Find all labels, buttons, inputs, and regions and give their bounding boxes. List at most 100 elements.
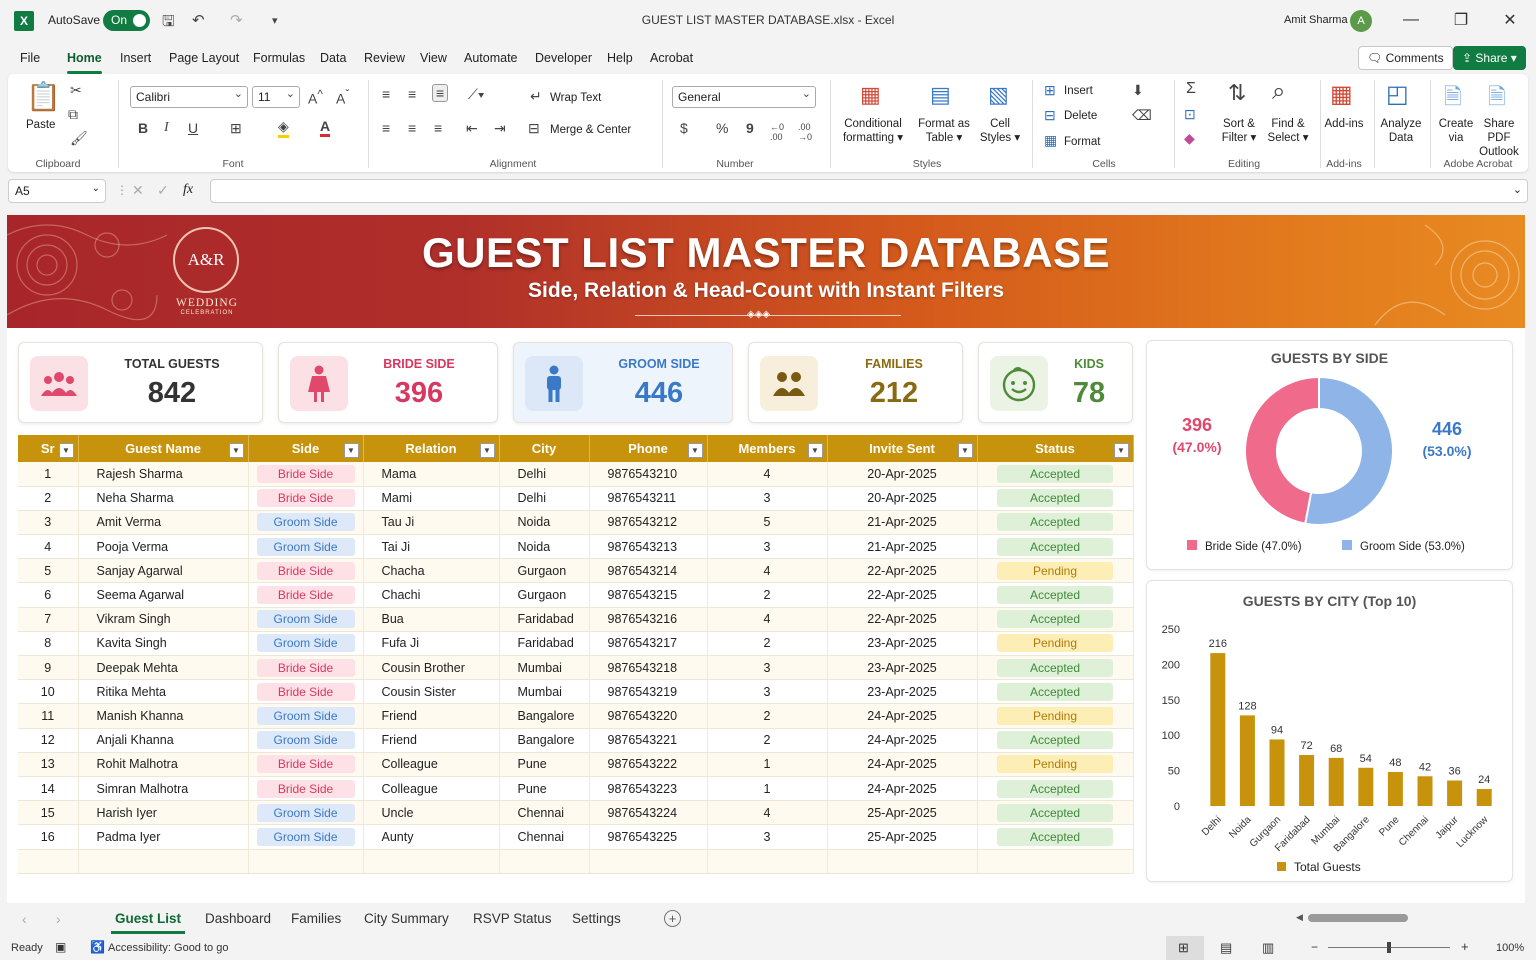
italic-icon[interactable]: I [164,120,169,136]
cell-relation[interactable]: Bua [363,607,500,632]
cell-phone[interactable]: 9876543222 [589,752,708,777]
cell-guest-name[interactable]: Vikram Singh [78,607,249,632]
bold-icon[interactable]: B [138,120,148,136]
format-as-table-button[interactable]: Format as Table ▾ [914,117,974,145]
cell-relation[interactable]: Aunty [363,824,500,850]
col-header-city[interactable]: City [499,435,590,462]
empty-cell[interactable] [827,849,978,874]
cell-side[interactable]: Groom Side [248,631,364,657]
cell-sr[interactable]: 10 [18,679,79,705]
cell-members[interactable]: 3 [707,824,828,850]
menu-help[interactable]: Help [607,51,633,65]
tab-dashboard[interactable]: Dashboard [205,911,271,926]
wrap-text-icon[interactable]: ↵ [530,88,542,105]
cell-phone[interactable]: 9876543219 [589,679,708,705]
delete-cells-icon[interactable]: ⊟ [1044,107,1056,124]
tab-settings[interactable]: Settings [572,911,621,926]
menu-developer[interactable]: Developer [535,51,592,65]
cell-phone[interactable]: 9876543223 [589,776,708,802]
cell-side[interactable]: Bride Side [248,486,364,511]
delete-cells-button[interactable]: Delete [1064,109,1097,123]
cell-invite-sent[interactable]: 21-Apr-2025 [827,510,978,536]
cell-sr[interactable]: 12 [18,728,79,753]
sort-filter-icon[interactable]: ⇅ [1228,80,1246,106]
macro-record-icon[interactable]: ▣ [55,940,66,954]
cell-status[interactable]: Accepted [977,655,1134,681]
menu-review[interactable]: Review [364,51,405,65]
borders-icon[interactable]: ⊞ [230,120,242,137]
table-row[interactable]: 12 Anjali Khanna Groom Side Friend Bangalore… [18,728,1134,753]
cell-phone[interactable]: 9876543215 [589,582,708,608]
bar-delhi[interactable] [1210,653,1226,806]
cell-members[interactable]: 3 [707,486,828,511]
cell-city[interactable]: Mumbai [499,679,590,705]
copy-icon[interactable]: ⧉ [68,106,78,123]
create-pdf-button[interactable]: Create via [1436,117,1476,145]
horizontal-scrollbar[interactable] [1308,914,1408,922]
cell-side[interactable]: Bride Side [248,776,364,802]
add-ins-icon[interactable]: ▦ [1330,80,1353,109]
cell-invite-sent[interactable]: 20-Apr-2025 [827,462,978,487]
font-size-select[interactable]: 11 [252,86,300,108]
align-top-icon[interactable]: ≡ [382,86,390,102]
cell-sr[interactable]: 16 [18,824,79,850]
increase-font-icon[interactable]: A^ [308,88,323,107]
bar-mumbai[interactable] [1328,757,1344,806]
bar-gurgaon[interactable] [1269,739,1285,806]
cell-relation[interactable]: Cousin Sister [363,679,500,705]
currency-icon[interactable]: $ [680,120,688,136]
cell-relation[interactable]: Friend [363,703,500,729]
menu-page-layout[interactable]: Page Layout [169,51,239,65]
cell-members[interactable]: 3 [707,679,828,705]
close-icon[interactable]: ✕ [1495,8,1525,32]
merge-center-icon[interactable]: ⊟ [528,120,540,137]
empty-cell[interactable] [499,849,590,874]
cell-city[interactable]: Chennai [499,800,590,826]
cell-status[interactable]: Accepted [977,607,1134,632]
format-as-table-icon[interactable]: ▤ [930,82,951,108]
decrease-decimal-icon[interactable]: .00 →0 [798,122,822,142]
col-header-side[interactable]: Side ▼ [248,435,364,462]
empty-cell[interactable] [78,849,249,874]
share-pdf-outlook-button[interactable]: Share PDF Outlook [1474,117,1524,159]
cell-relation[interactable]: Friend [363,728,500,753]
redo-icon[interactable]: ↷ [230,11,243,29]
cell-status[interactable]: Accepted [977,510,1134,536]
align-middle-icon[interactable]: ≡ [408,86,416,102]
decrease-indent-icon[interactable]: ⇤ [466,120,478,137]
percent-icon[interactable]: % [716,120,728,136]
table-row[interactable]: 13 Rohit Malhotra Bride Side Colleague Pune 9… [18,752,1134,777]
cell-city[interactable]: Gurgaon [499,558,590,584]
empty-cell[interactable] [248,849,364,874]
align-left-icon[interactable]: ≡ [382,120,390,136]
tab-scroll-right-icon[interactable]: › [56,911,61,927]
cell-relation[interactable]: Mama [363,462,500,487]
bar-bangalore[interactable] [1358,767,1374,806]
wrap-text-button[interactable]: Wrap Text [550,91,601,105]
table-row[interactable]: 1 Rajesh Sharma Bride Side Mama Delhi 9876543… [18,462,1134,487]
cell-members[interactable]: 2 [707,631,828,657]
empty-cell[interactable] [977,849,1134,874]
cell-city[interactable]: Mumbai [499,655,590,681]
cell-invite-sent[interactable]: 22-Apr-2025 [827,607,978,632]
empty-cell[interactable] [589,849,708,874]
cell-relation[interactable]: Fufa Ji [363,631,500,657]
cell-sr[interactable]: 9 [18,655,79,681]
cell-relation[interactable]: Colleague [363,776,500,802]
cell-side[interactable]: Bride Side [248,655,364,681]
worksheet[interactable]: A&R WEDDING CELEBRATION GUEST LIST MASTE… [7,215,1525,903]
analyze-data-button[interactable]: Analyze Data [1378,117,1424,145]
undo-icon[interactable]: ↶ [192,11,205,29]
cell-members[interactable]: 4 [707,607,828,632]
comma-style-icon[interactable]: 9 [746,120,754,136]
cell-city[interactable]: Faridabad [499,631,590,657]
cell-sr[interactable]: 3 [18,510,79,536]
avatar[interactable]: A [1350,10,1372,32]
fill-down-icon[interactable]: ⊡ [1184,106,1196,123]
tab-scroll-left-icon[interactable]: ‹ [22,911,27,927]
tab-rsvp-status[interactable]: RSVP Status [473,911,552,926]
cell-guest-name[interactable]: Amit Verma [78,510,249,536]
cell-city[interactable]: Noida [499,510,590,536]
accessibility-status[interactable]: Accessibility: Good to go [108,942,228,954]
page-break-view-icon[interactable]: ▥ [1262,940,1274,956]
